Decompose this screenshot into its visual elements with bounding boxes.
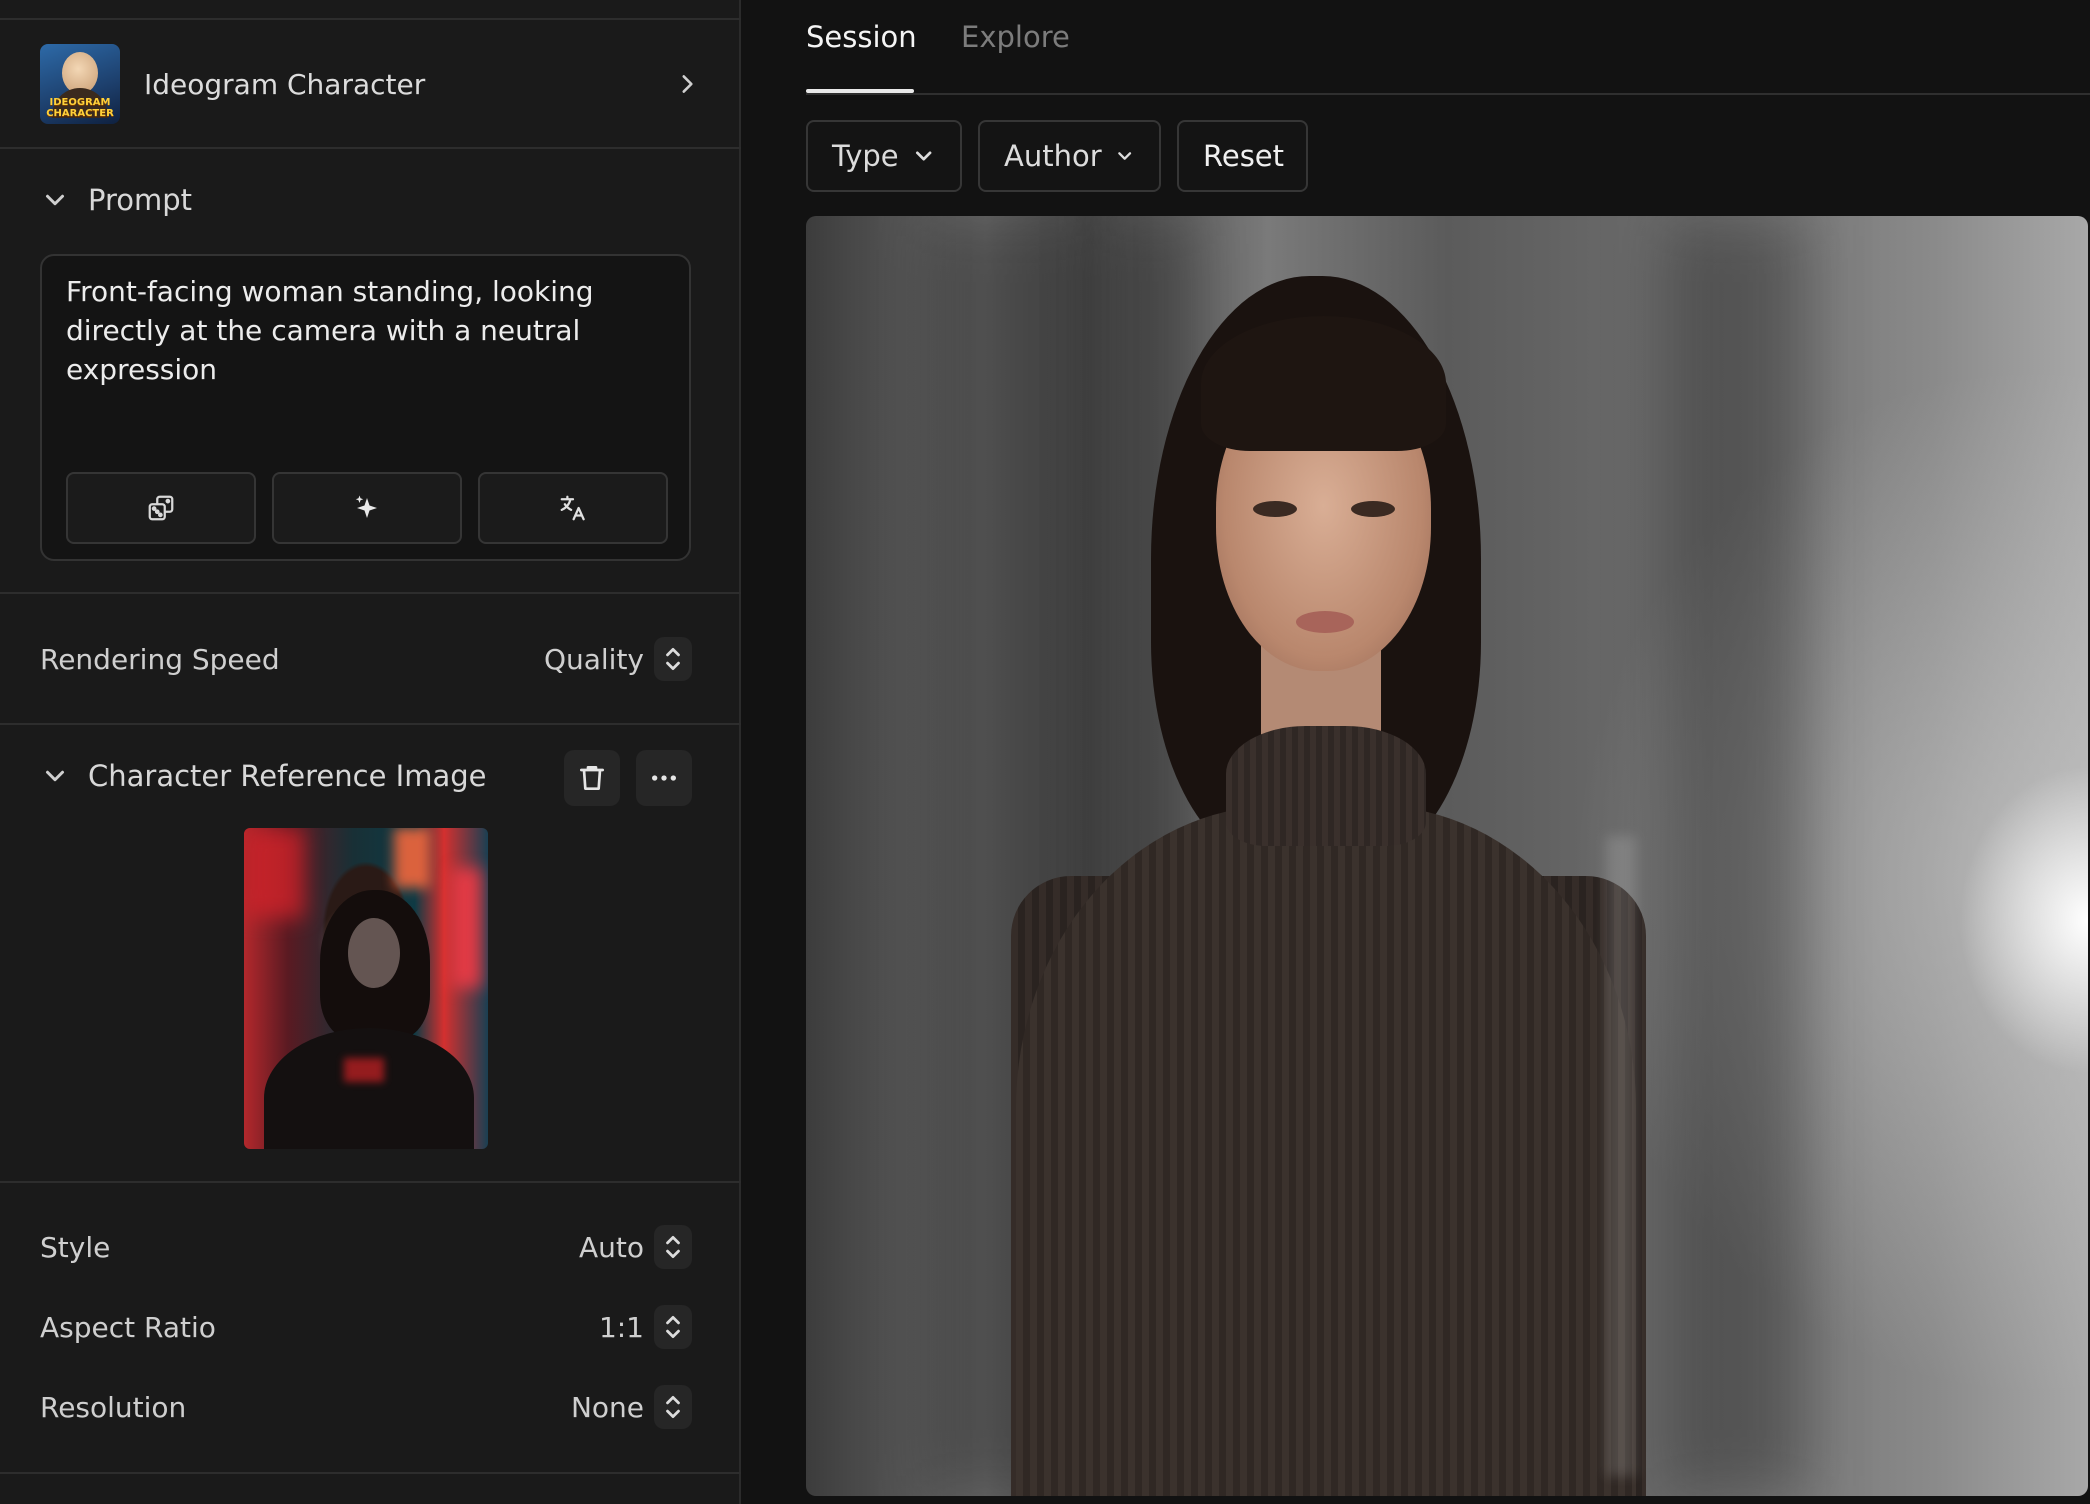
translate-button[interactable] [478,472,668,544]
aspect-ratio-value: 1:1 [598,1310,644,1344]
delete-reference-button[interactable] [564,750,620,806]
main-panel: Session Explore Type Author Reset [743,0,2090,1504]
magic-sparkle-icon [355,495,377,518]
resolution-label: Resolution [40,1390,187,1424]
model-selector[interactable]: IDEOGRAM CHARACTER Ideogram Character [40,43,700,125]
character-ref-toggle[interactable]: Character Reference Image [40,759,486,793]
updown-chevron-icon [654,1385,692,1429]
prompt-section-toggle[interactable]: Prompt [40,183,192,217]
image-shape [452,868,482,988]
active-tab-indicator [806,89,914,93]
translate-icon [560,495,585,521]
image-shape [1606,836,1636,1476]
image-shape [1226,726,1426,846]
aspect-ratio-row: Aspect Ratio 1:1 [40,1302,692,1352]
image-shape [348,918,400,988]
rendering-speed-value: Quality [543,642,644,676]
resolution-value: None [570,1390,644,1424]
reset-label: Reset [1203,139,1285,173]
more-options-button[interactable] [636,750,692,806]
rendering-speed-row: Rendering Speed Quality [40,634,692,684]
style-select[interactable]: Auto [579,1225,692,1269]
divider [0,1472,741,1474]
magic-prompt-button[interactable] [272,472,462,544]
trash-icon [580,766,604,790]
image-shape [1016,806,1636,1496]
rendering-speed-select[interactable]: Quality [544,637,692,681]
image-shape [394,828,430,888]
chevron-down-icon [1117,152,1131,160]
divider [0,592,741,594]
character-ref-label: Character Reference Image [88,759,487,793]
tab-session[interactable]: Session [806,20,917,54]
image-shape [1666,216,1806,1496]
tab-bar: Session Explore [806,0,2090,95]
image-shape [244,828,304,918]
prompt-box: Front-facing woman standing, looking dir… [40,254,691,561]
dice-icon [148,495,174,521]
image-shape [1201,316,1446,451]
chevron-right-icon [682,75,693,93]
resolution-select[interactable]: None [571,1385,692,1429]
aspect-ratio-label: Aspect Ratio [40,1310,216,1344]
tab-explore[interactable]: Explore [961,20,1070,54]
prompt-section-label: Prompt [88,183,193,217]
model-logo-text: IDEOGRAM CHARACTER [46,97,114,119]
updown-chevron-icon [654,1225,692,1269]
chevron-down-icon [46,194,64,206]
prompt-input[interactable]: Front-facing woman standing, looking dir… [66,272,666,389]
character-reference-image[interactable] [244,828,488,1149]
reset-filters-button[interactable]: Reset [1177,120,1308,192]
updown-chevron-icon [654,637,692,681]
more-options-icon [652,775,676,781]
author-filter-label: Author [1004,139,1102,173]
model-name: Ideogram Character [144,67,426,101]
resolution-row: Resolution None [40,1382,692,1432]
image-shape [1253,501,1297,517]
updown-chevron-icon [654,1305,692,1349]
chevron-down-icon [46,770,64,782]
image-shape [1296,611,1354,633]
generated-image[interactable] [806,216,2088,1496]
random-prompt-button[interactable] [66,472,256,544]
prompt-tools [66,472,668,544]
style-label: Style [40,1230,111,1264]
divider [0,1181,741,1183]
style-row: Style Auto [40,1222,692,1272]
image-shape [344,1058,384,1082]
divider [0,723,741,725]
type-filter-dropdown[interactable]: Type [806,120,962,192]
sidebar: IDEOGRAM CHARACTER Ideogram Character Pr… [0,0,741,1504]
divider [0,18,741,20]
model-thumbnail: IDEOGRAM CHARACTER [40,44,120,124]
chevron-down-icon [915,151,932,161]
type-filter-label: Type [832,139,899,173]
image-shape [264,1028,474,1149]
style-value: Auto [578,1230,644,1264]
aspect-ratio-select[interactable]: 1:1 [599,1305,692,1349]
author-filter-dropdown[interactable]: Author [978,120,1161,192]
divider [0,147,741,149]
rendering-speed-label: Rendering Speed [40,642,280,676]
image-shape [1351,501,1395,517]
app-root: IDEOGRAM CHARACTER Ideogram Character Pr… [0,0,2090,1504]
